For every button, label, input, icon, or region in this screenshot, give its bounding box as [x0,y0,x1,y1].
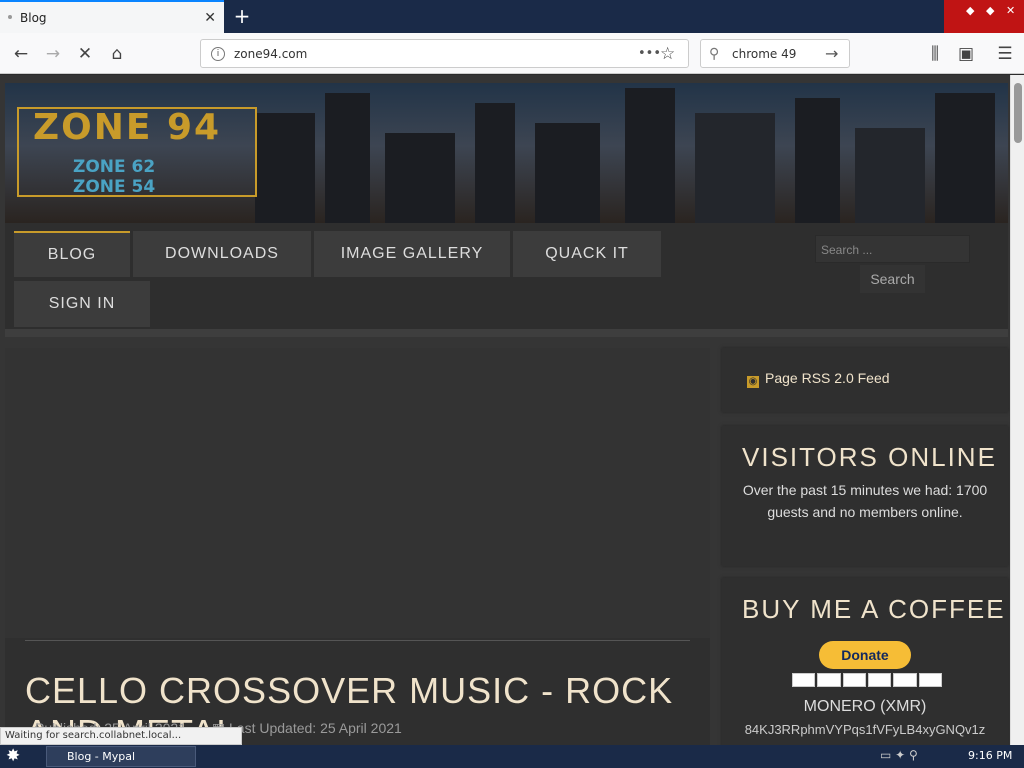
start-star-icon[interactable]: ✸ [6,746,20,766]
rss-icon: ◉ [747,376,759,388]
site-search-input[interactable]: Search ... [815,235,970,263]
menu-item-quack-it[interactable]: QUACK IT [513,231,661,277]
loading-dot-icon [8,15,12,19]
maximize-icon[interactable]: ◆ [986,4,994,17]
tray-icons[interactable]: ▭ ✦ ⚲ [880,748,918,762]
visa-icon [792,673,816,687]
status-bar: Waiting for search.collabnet.local... [0,727,242,745]
page-scrollbar[interactable] [1010,75,1024,745]
visitors-text: Over the past 15 minutes we had: 1700 gu… [742,482,988,520]
visitors-title: VISITORS ONLINE [742,442,997,472]
logo-sub-2: ZONE 54 [73,177,156,197]
library-icon[interactable]: ⫼ [922,41,948,67]
menu-item-downloads[interactable]: DOWNLOADS [133,231,311,277]
header-banner: ZONE 94 ZONE 62 ZONE 54 [5,83,1008,223]
page-actions-icon[interactable]: ••• [638,46,661,61]
url-text[interactable]: zone94.com [234,47,638,61]
coffee-title: BUY ME A COFFEE [742,594,1006,624]
site-logo[interactable]: ZONE 94 ZONE 62 ZONE 54 [17,107,257,197]
article-image [5,348,710,638]
sidebar-toggle-icon[interactable]: ▣ [953,41,979,67]
rss-widget: ◉ Page RSS 2.0 Feed [722,348,1008,412]
search-go-arrow-icon[interactable]: → [825,44,849,63]
updated-date: Last Updated: 25 April 2021 [229,720,402,736]
clock: 9:16 PM [968,749,1013,762]
back-arrow-icon[interactable]: ← [8,41,34,67]
web-page: ZONE 94 ZONE 62 ZONE 54 BLOG DOWNLOADS I… [0,75,1010,745]
bookmark-star-icon[interactable]: ☆ [660,44,688,64]
divider [25,640,690,641]
menu-item-image-gallery[interactable]: IMAGE GALLERY [314,231,510,277]
discover-icon [893,673,917,687]
taskbar-task[interactable]: Blog - Mypal [46,746,196,767]
rss-link[interactable]: Page RSS 2.0 Feed [765,370,890,386]
payment-cards [792,673,942,687]
search-icon: ⚲ [709,45,720,62]
mastercard-icon [817,673,841,687]
home-icon[interactable]: ⌂ [104,41,130,67]
logo-title: ZONE 94 [33,107,222,148]
window-controls: ◆ ◆ ✕ [944,0,1024,33]
tab-bar: Blog ✕ + ◆ ◆ ✕ [0,0,1024,33]
new-tab-button[interactable]: + [230,4,254,28]
card-icon [918,673,942,687]
amex-icon [867,673,892,687]
scrollbar-thumb[interactable] [1014,83,1022,143]
minimize-icon[interactable]: ◆ [966,4,974,17]
menu-icon[interactable]: ☰ [992,41,1018,67]
navigation-toolbar: ← → ✕ ⌂ i zone94.com ••• ☆ ⚲ chrome 49 →… [0,33,1024,74]
stop-icon[interactable]: ✕ [72,41,98,67]
maestro-icon [842,673,866,687]
site-search-button[interactable]: Search [860,265,925,293]
donate-button[interactable]: Donate [819,641,911,669]
article: CELLO CROSSOVER MUSIC - ROCK AND METAL P… [5,348,710,745]
monero-address: 84KJ3RRphmVYPqs1fVFyLB4xyGNQv1z [744,722,986,737]
coffee-widget: BUY ME A COFFEE Donate MONERO (XMR) 84KJ… [722,578,1008,745]
taskbar: ✸ Blog - Mypal ▭ ✦ ⚲ 9:16 PM [0,745,1024,768]
search-query[interactable]: chrome 49 [732,47,825,61]
menu-item-sign-in[interactable]: SIGN IN [14,281,150,327]
close-window-icon[interactable]: ✕ [1006,4,1015,17]
tab-title: Blog [20,10,47,25]
url-bar[interactable]: i zone94.com ••• ☆ [200,39,689,68]
main-menu: BLOG DOWNLOADS IMAGE GALLERY QUACK IT SI… [5,223,1008,337]
tab-blog[interactable]: Blog ✕ [0,0,224,33]
forward-arrow-icon[interactable]: → [40,41,66,67]
menu-item-blog[interactable]: BLOG [14,231,130,277]
info-icon[interactable]: i [211,46,225,61]
search-box[interactable]: ⚲ chrome 49 → [700,39,850,68]
logo-sub-1: ZONE 62 [73,157,156,177]
close-tab-icon[interactable]: ✕ [204,10,216,26]
visitors-widget: VISITORS ONLINE Over the past 15 minutes… [722,426,1008,566]
monero-label: MONERO (XMR) [803,698,927,715]
